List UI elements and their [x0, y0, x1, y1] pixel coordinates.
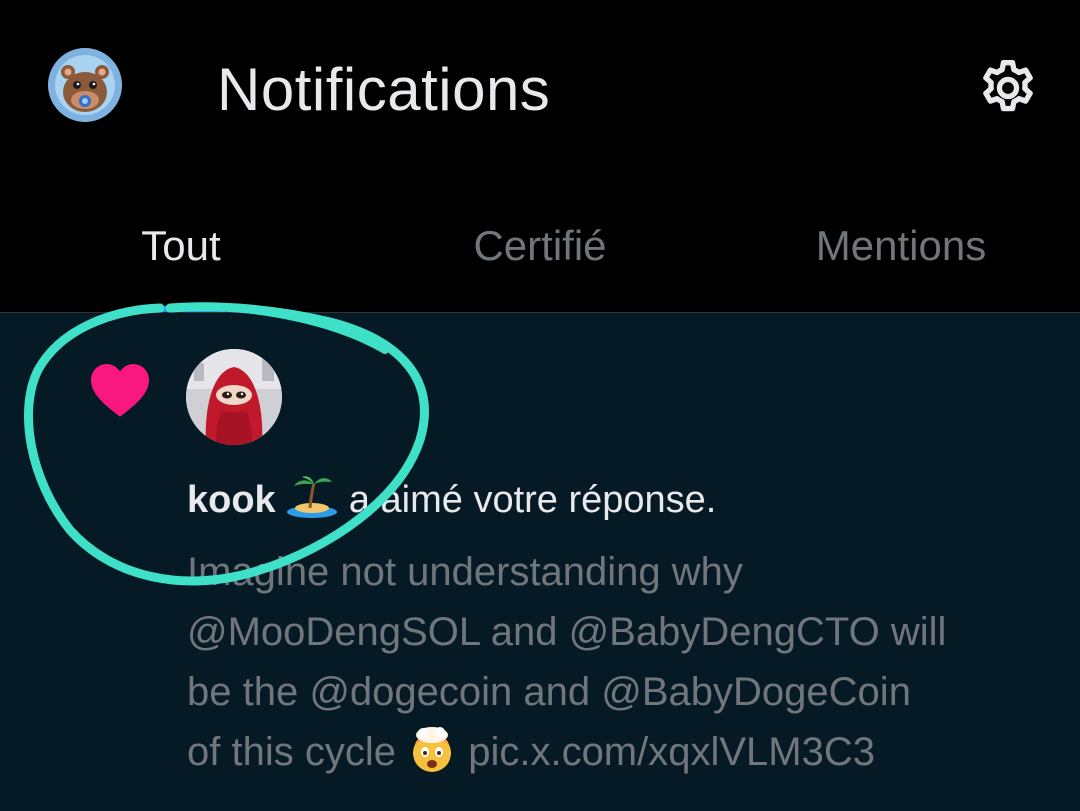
top-bar: Notifications [0, 0, 1080, 180]
mention-link[interactable]: @BabyDogeCoin [601, 670, 911, 714]
tweet-line: of this cycle pic.x.com/xqxlVLM3C3 [187, 722, 1057, 782]
liker-avatar[interactable] [186, 349, 282, 445]
tab-label: Tout [141, 222, 221, 269]
mention-link[interactable]: @BabyDengCTO [569, 610, 880, 654]
profile-avatar[interactable] [48, 48, 122, 122]
tweet-text-fragment: be the [187, 670, 310, 714]
tweet-line: @MooDengSOL and @BabyDengCTO will [187, 602, 1057, 662]
tab-all[interactable]: Tout [120, 180, 242, 312]
notifications-screen: Notifications Tout Certifié Mentions koo… [0, 0, 1080, 811]
tab-bar: Tout Certifié Mentions [0, 180, 1080, 313]
exploding-head-emoji [413, 727, 452, 772]
tweet-text-fragment: Imagine not understanding why [187, 550, 743, 594]
mention-link[interactable]: @MooDengSOL [187, 610, 480, 654]
media-link[interactable]: pic.x.com/xqxlVLM3C3 [468, 730, 875, 774]
page-title: Notifications [217, 56, 551, 123]
tab-label: Mentions [815, 222, 987, 269]
active-tab-indicator [134, 306, 228, 312]
tab-label: Certifié [473, 222, 607, 269]
settings-button[interactable] [970, 50, 1046, 126]
notification-summary: kook a aimé votre réponse. [187, 474, 716, 523]
heart-icon [91, 363, 149, 417]
tweet-text-fragment: and [512, 670, 602, 714]
action-text: a aimé votre réponse. [348, 479, 717, 521]
tweet-text-fragment: and [479, 610, 569, 654]
tweet-line: Imagine not understanding why [187, 542, 1057, 602]
mention-link[interactable]: @dogecoin [309, 670, 512, 714]
desert-island-emoji [287, 476, 338, 518]
hippo-avatar-icon [48, 48, 122, 122]
tweet-text-fragment: will [879, 610, 947, 654]
user-name[interactable]: kook [187, 479, 276, 521]
tab-verified[interactable]: Certifié [450, 180, 630, 312]
gear-icon [983, 60, 1033, 112]
user-avatar-icon [186, 349, 282, 445]
tweet-line: be the @dogecoin and @BabyDogeCoin [187, 662, 1057, 722]
tweet-text: Imagine not understanding why @MooDengSO… [187, 542, 1057, 782]
tweet-text-fragment: of this cycle [187, 730, 408, 774]
tab-mentions[interactable]: Mentions [790, 180, 1012, 312]
